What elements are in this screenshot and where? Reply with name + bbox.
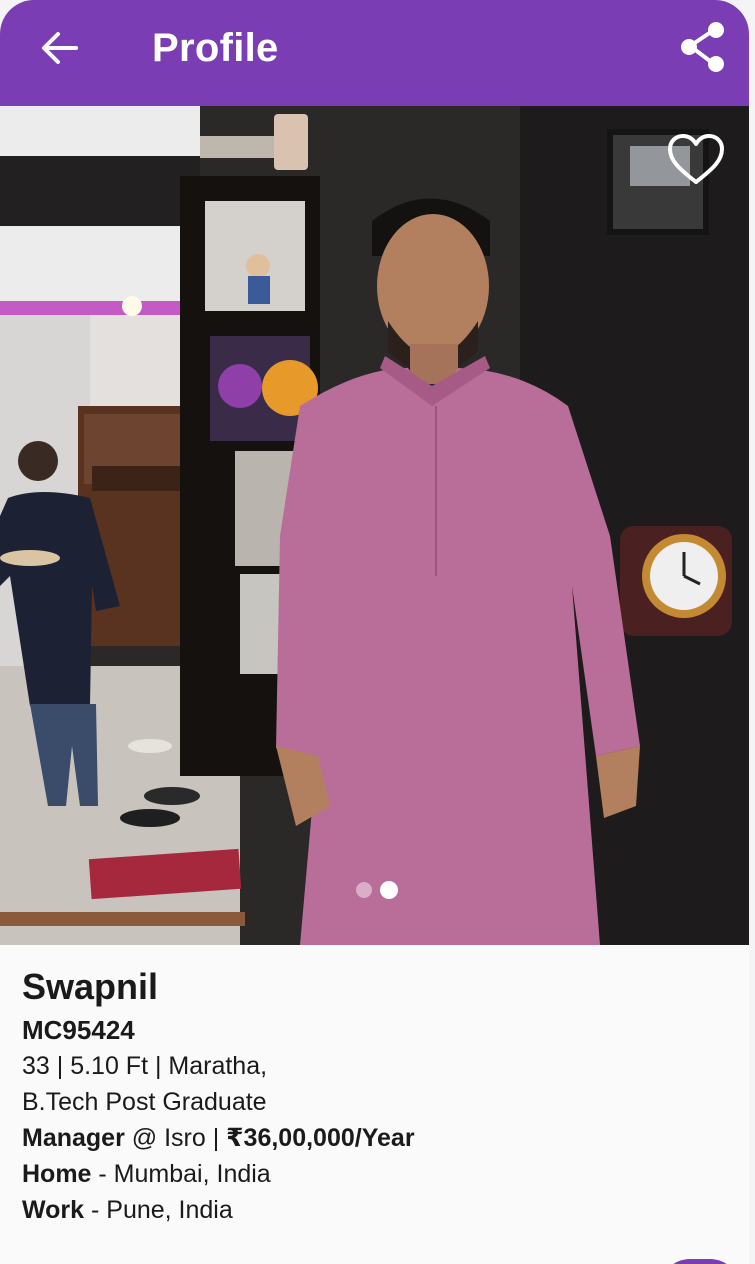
profile-occupation: Manager @ Isro | ₹36,00,000/Year — [22, 1120, 722, 1156]
app-bar: Profile — [0, 0, 749, 106]
back-button[interactable] — [34, 22, 86, 74]
profile-photo-carousel[interactable] — [0, 106, 749, 945]
profile-photo — [0, 106, 749, 945]
profile-name: Swapnil — [22, 966, 159, 1007]
carousel-dot[interactable] — [356, 882, 372, 898]
home-label: Home — [22, 1160, 92, 1188]
job-title: Manager — [22, 1124, 125, 1152]
share-button[interactable] — [674, 18, 732, 76]
profile-screen: Profile Swapnil MC95424 33 | 5.10 Ft | M… — [0, 0, 749, 1264]
profile-info: Swapnil MC95424 33 | 5.10 Ft | Maratha, … — [22, 964, 722, 1228]
floating-action-button[interactable] — [660, 1259, 740, 1264]
work-label: Work — [22, 1196, 85, 1224]
profile-work: Work - Pune, India — [22, 1192, 722, 1228]
heart-outline-icon — [668, 134, 724, 184]
home-value: - Mumbai, India — [91, 1160, 271, 1188]
profile-id: MC95424 — [22, 1015, 135, 1045]
carousel-dot-active[interactable] — [380, 881, 398, 899]
page-title: Profile — [152, 26, 279, 70]
income: ₹36,00,000/Year — [226, 1124, 415, 1152]
arrow-left-icon — [42, 32, 78, 64]
share-icon — [681, 22, 724, 72]
carousel-indicator — [356, 881, 398, 899]
favorite-button[interactable] — [664, 130, 728, 190]
work-value: - Pune, India — [84, 1196, 233, 1224]
employer: @ Isro | — [124, 1124, 227, 1152]
profile-home: Home - Mumbai, India — [22, 1156, 722, 1192]
profile-basics: 33 | 5.10 Ft | Maratha, — [22, 1052, 268, 1080]
profile-education: B.Tech Post Graduate — [22, 1088, 267, 1116]
